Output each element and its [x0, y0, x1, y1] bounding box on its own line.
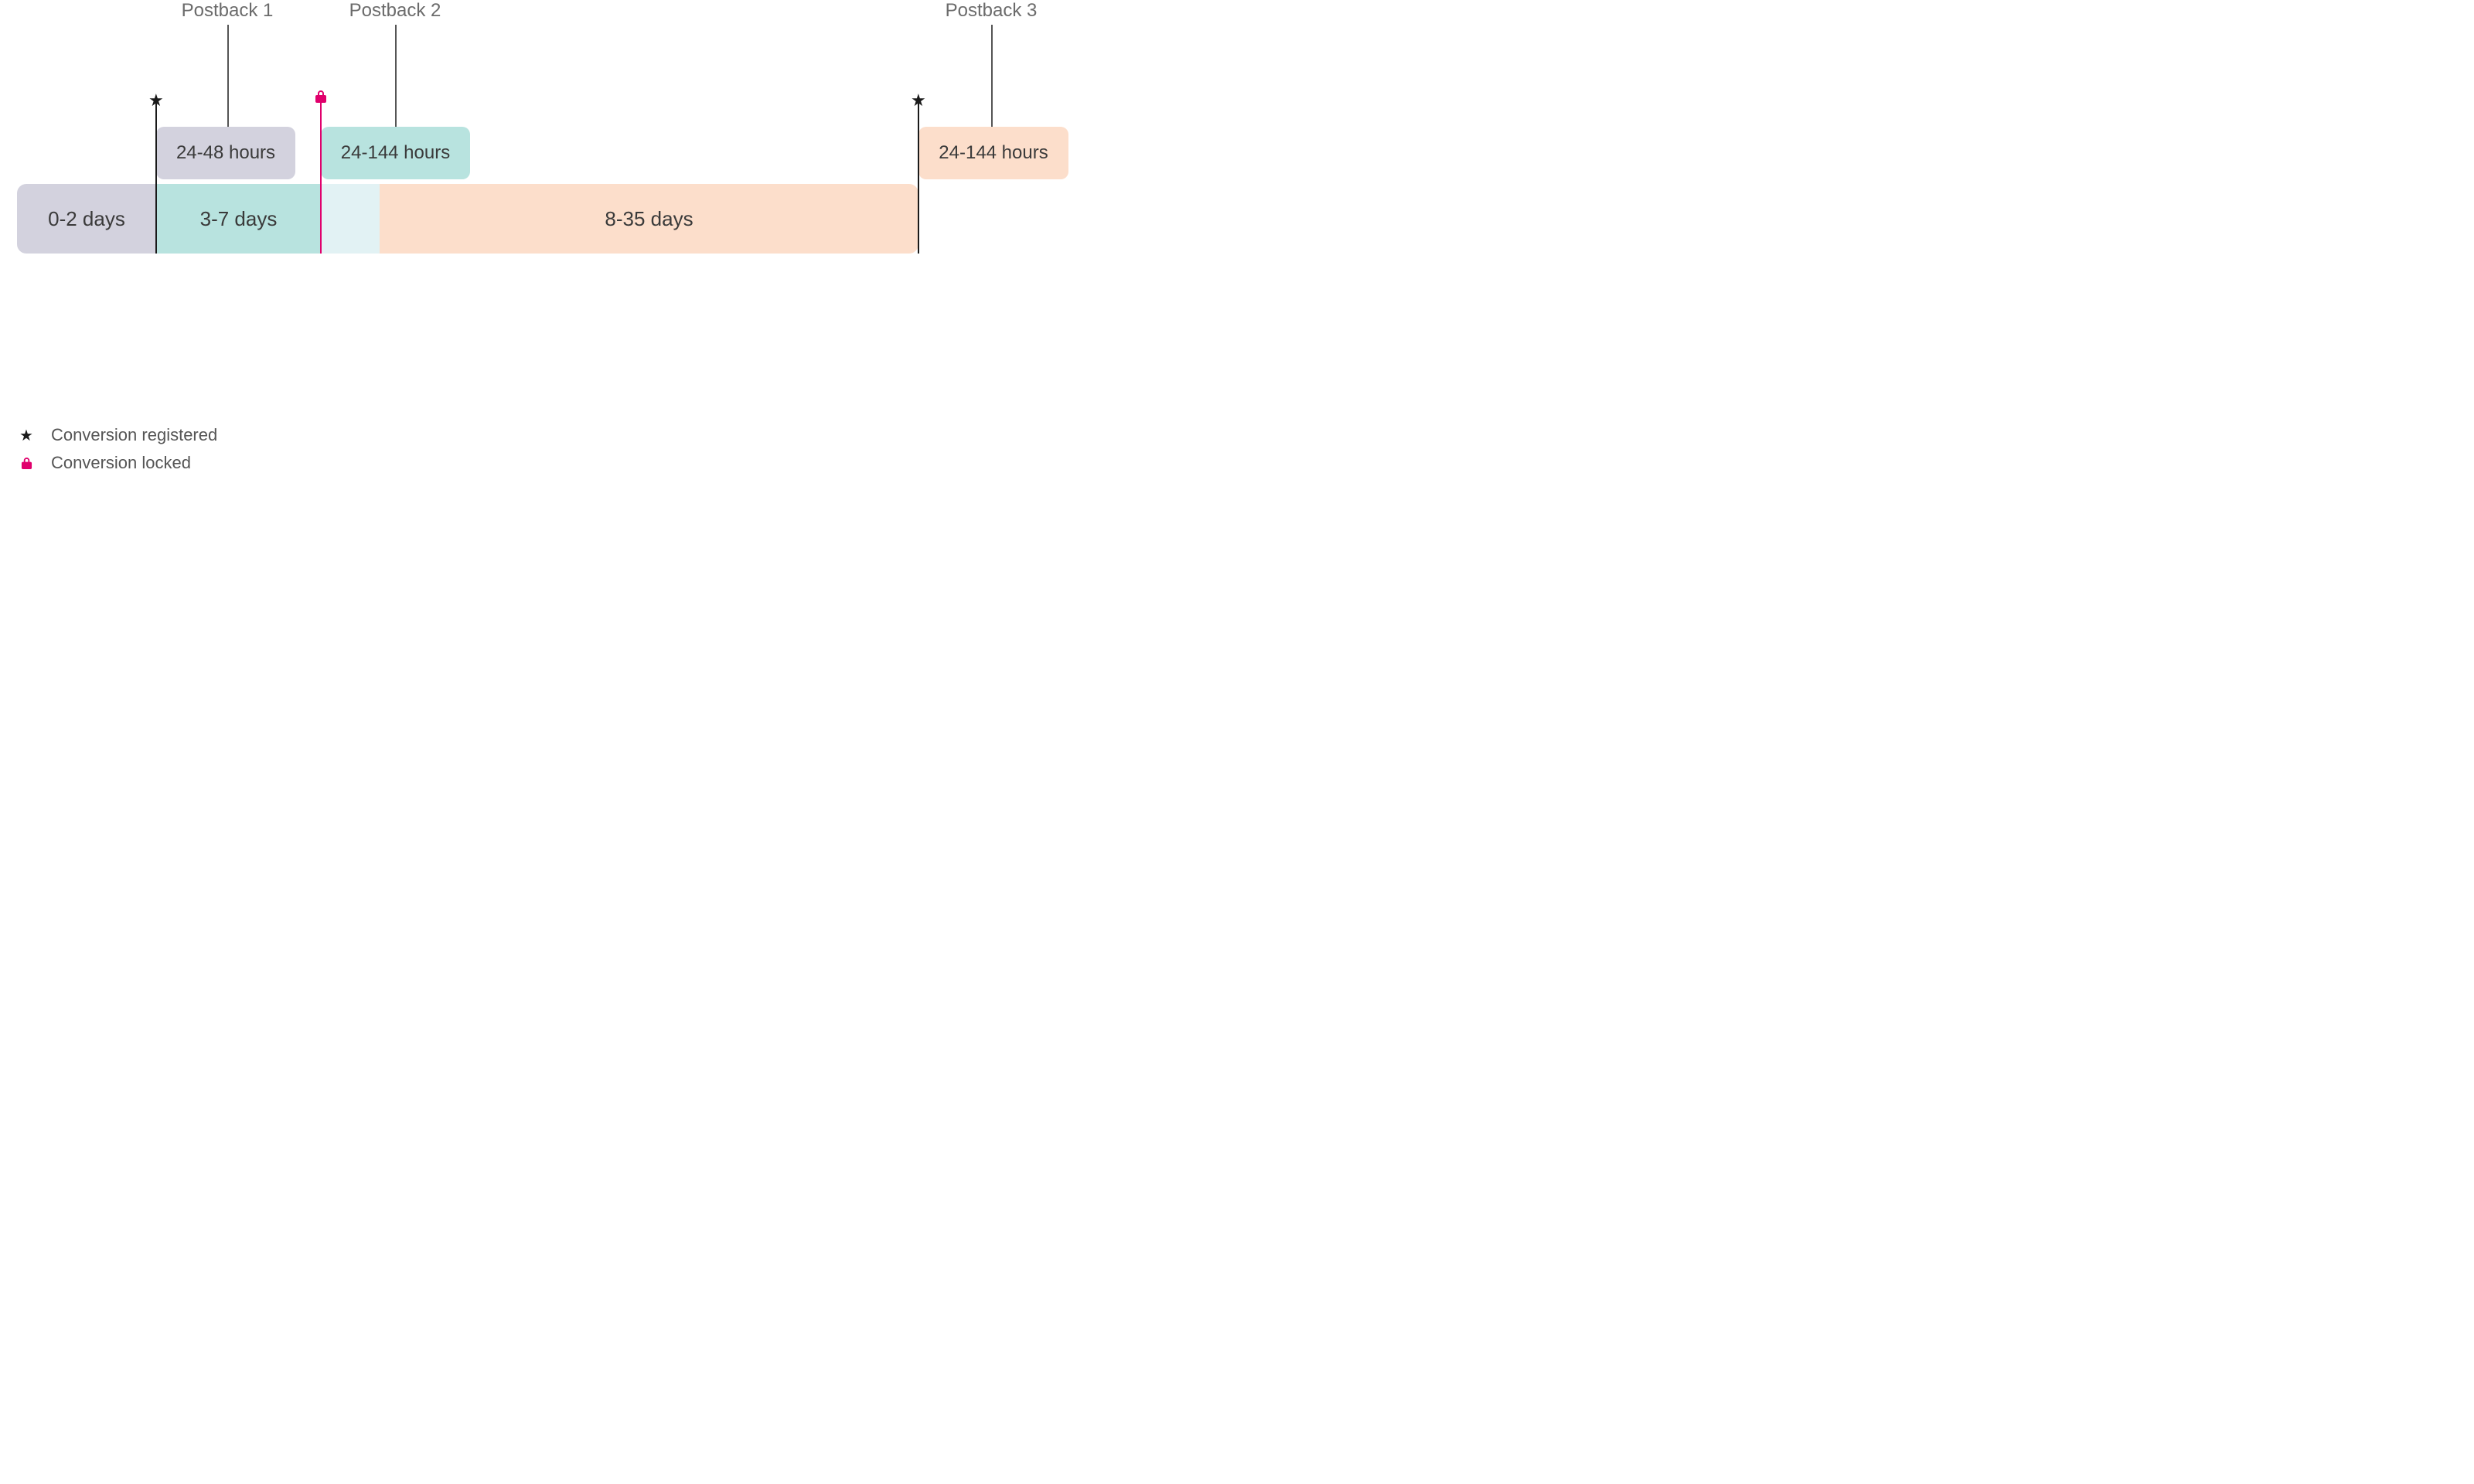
conversion-registered-marker-2 — [918, 99, 919, 254]
postback-2-label: Postback 2 — [349, 0, 441, 22]
star-icon: ★ — [148, 90, 164, 111]
window-2-label: 3-7 days — [200, 207, 278, 231]
legend-row-locked: Conversion locked — [17, 453, 217, 473]
postback-3-label: Postback 3 — [946, 0, 1038, 22]
legend-registered-label: Conversion registered — [51, 425, 217, 445]
legend-row-registered: ★ Conversion registered — [17, 425, 217, 445]
legend: ★ Conversion registered Conversion locke… — [17, 425, 217, 481]
postback-1-label: Postback 1 — [182, 0, 274, 22]
conversion-locked-marker — [320, 99, 322, 254]
window-1-bar: 0-2 days — [17, 184, 156, 254]
postback-2-delay-bar: 24-144 hours — [321, 127, 470, 179]
postback-1-delay-text: 24-48 hours — [176, 142, 275, 164]
postback-1-delay-bar: 24-48 hours — [156, 127, 295, 179]
star-icon: ★ — [911, 90, 926, 111]
star-icon: ★ — [17, 426, 36, 445]
conversion-registered-marker-1 — [155, 99, 157, 254]
lock-icon — [315, 90, 327, 104]
postback-3-delay-bar: 24-144 hours — [918, 127, 1068, 179]
window-3-bar: 8-35 days — [380, 184, 918, 254]
legend-locked-label: Conversion locked — [51, 453, 191, 473]
window-2-bar: 3-7 days — [156, 184, 321, 254]
window-1-label: 0-2 days — [48, 207, 125, 231]
lock-icon — [17, 457, 36, 470]
window-2-tail-bar — [321, 184, 380, 254]
postback-timeline-diagram: Postback 1 Postback 2 Postback 3 24-48 h… — [17, 155, 1068, 254]
postback-2-delay-text: 24-144 hours — [341, 142, 450, 164]
postback-3-delay-text: 24-144 hours — [939, 142, 1048, 164]
postback-delay-row: 24-48 hours 24-144 hours 24-144 hours — [17, 127, 1068, 179]
day-window-row: 0-2 days 3-7 days 8-35 days — [17, 184, 1068, 254]
window-3-label: 8-35 days — [605, 207, 693, 231]
